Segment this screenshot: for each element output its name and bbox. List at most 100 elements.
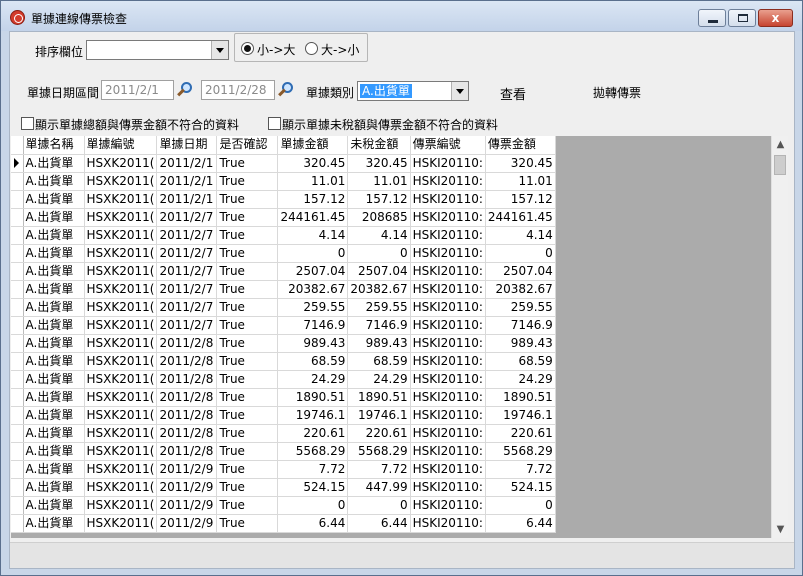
table-cell[interactable]: HSXK2011( [84,424,158,443]
table-cell[interactable]: 68.59 [485,352,556,371]
table-cell[interactable]: HSXK2011( [84,262,158,281]
table-cell[interactable]: 0 [347,244,411,263]
table-cell[interactable]: A.出貨單 [23,226,85,245]
table-cell[interactable]: 259.55 [277,298,349,317]
table-cell[interactable]: HSXK2011( [84,208,158,227]
table-cell[interactable]: 19746.1 [277,406,349,425]
table-cell[interactable]: True [216,370,279,389]
table-cell[interactable]: 5568.29 [485,442,556,461]
table-cell[interactable]: 320.45 [347,154,411,173]
table-cell[interactable]: 6.44 [347,514,411,533]
table-cell[interactable]: A.出貨單 [23,208,85,227]
table-cell[interactable]: HSKI20110: [410,352,486,371]
table-row[interactable]: A.出貨單 HSXK2011(2011/2/8 True 24.29 24.29 HSKI… [11,370,556,389]
table-cell[interactable]: 244161.45 [277,208,349,227]
table-cell[interactable]: HSXK2011( [84,244,158,263]
table-cell[interactable]: 2011/2/8 [156,424,218,443]
table-cell[interactable]: 2011/2/8 [156,352,218,371]
data-grid[interactable]: 單據名稱 單據編號 單據日期 是否確認 單據金額 未稅金額 傳票編號 傳票金額 A.出貨單 HS… [11,136,771,538]
table-cell[interactable]: HSXK2011( [84,154,158,173]
table-cell[interactable]: 320.45 [277,154,349,173]
table-cell[interactable]: 220.61 [277,424,349,443]
table-row[interactable]: A.出貨單 HSXK2011(2011/2/1 True 320.45 320.45 HS… [11,154,556,173]
date-to-input[interactable]: 2011/2/28 [201,80,275,100]
table-cell[interactable]: 2011/2/7 [156,244,218,263]
table-cell[interactable]: HSKI20110: [410,226,486,245]
table-cell[interactable]: 0 [277,496,349,515]
table-cell[interactable]: 2011/2/8 [156,370,218,389]
table-cell[interactable]: 11.01 [347,172,411,191]
table-row[interactable]: A.出貨單 HSXK2011(2011/2/9 True 524.15 447.99 HS… [11,478,556,497]
sort-desc-radio[interactable] [305,42,318,55]
column-header[interactable]: 單據編號 [84,136,158,155]
table-cell[interactable]: HSKI20110: [410,388,486,407]
row-selector[interactable] [11,154,24,173]
table-cell[interactable]: 68.59 [347,352,411,371]
title-bar[interactable]: 單據連線傳票檢查 x [1,1,802,31]
table-cell[interactable]: True [216,298,279,317]
column-header[interactable]: 傳票金額 [485,136,556,155]
table-cell[interactable]: 2507.04 [485,262,556,281]
table-cell[interactable]: 5568.29 [347,442,411,461]
table-cell[interactable]: HSXK2011( [84,172,158,191]
table-cell[interactable]: A.出貨單 [23,478,85,497]
table-cell[interactable]: HSXK2011( [84,406,158,425]
table-cell[interactable]: 5568.29 [277,442,349,461]
row-selector[interactable] [11,370,24,389]
table-cell[interactable]: 524.15 [485,478,556,497]
table-cell[interactable]: HSXK2011( [84,514,158,533]
table-cell[interactable]: A.出貨單 [23,460,85,479]
table-cell[interactable]: A.出貨單 [23,388,85,407]
table-cell[interactable]: HSKI20110: [410,370,486,389]
table-cell[interactable]: 11.01 [485,172,556,191]
table-cell[interactable]: HSKI20110: [410,208,486,227]
row-selector[interactable] [11,388,24,407]
table-cell[interactable]: True [216,280,279,299]
scroll-down-icon[interactable]: ▼ [772,521,789,538]
table-cell[interactable]: 24.29 [485,370,556,389]
table-cell[interactable]: 320.45 [485,154,556,173]
table-cell[interactable]: 24.29 [277,370,349,389]
table-cell[interactable]: HSXK2011( [84,460,158,479]
table-cell[interactable]: A.出貨單 [23,172,85,191]
row-selector[interactable] [11,190,24,209]
column-header[interactable]: 是否確認 [216,136,279,155]
table-cell[interactable]: HSXK2011( [84,496,158,515]
row-selector[interactable] [11,172,24,191]
table-cell[interactable]: HSKI20110: [410,424,486,443]
table-cell[interactable]: 220.61 [485,424,556,443]
table-row[interactable]: A.出貨單 HSXK2011(2011/2/9 True 6.44 6.44 HSKI20… [11,514,556,533]
scroll-thumb[interactable] [774,155,786,175]
table-cell[interactable]: A.出貨單 [23,514,85,533]
doc-type-select[interactable]: A.出貨單 [357,81,469,101]
table-row[interactable]: A.出貨單 HSXK2011(2011/2/7 True 259.55 259.55 HS… [11,298,556,317]
table-cell[interactable]: HSKI20110: [410,262,486,281]
search-icon[interactable] [277,81,295,99]
table-cell[interactable]: A.出貨單 [23,424,85,443]
table-cell[interactable]: 2011/2/8 [156,334,218,353]
row-selector[interactable] [11,478,24,497]
table-row[interactable]: A.出貨單 HSXK2011(2011/2/7 True 2507.04 2507.04… [11,262,556,281]
table-cell[interactable]: 208685 [347,208,411,227]
table-cell[interactable]: 4.14 [277,226,349,245]
table-cell[interactable]: HSKI20110: [410,478,486,497]
row-selector[interactable] [11,424,24,443]
table-cell[interactable]: HSKI20110: [410,244,486,263]
table-cell[interactable]: 1890.51 [277,388,349,407]
table-row[interactable]: A.出貨單 HSXK2011(2011/2/8 True 220.61 220.61 HS… [11,424,556,443]
table-cell[interactable]: A.出貨單 [23,298,85,317]
table-cell[interactable]: 2011/2/8 [156,442,218,461]
table-cell[interactable]: HSXK2011( [84,316,158,335]
search-icon[interactable] [176,81,194,99]
row-selector[interactable] [11,334,24,353]
scroll-up-icon[interactable]: ▲ [772,136,789,153]
row-selector[interactable] [11,514,24,533]
table-cell[interactable]: 2011/2/1 [156,154,218,173]
table-row[interactable]: A.出貨單 HSXK2011(2011/2/9 True 0 0 HSKI20110: 0 [11,496,556,515]
column-header[interactable]: 單據日期 [156,136,218,155]
table-cell[interactable]: A.出貨單 [23,442,85,461]
table-row[interactable]: A.出貨單 HSXK2011(2011/2/8 True 1890.51 1890.51… [11,388,556,407]
table-cell[interactable]: HSKI20110: [410,316,486,335]
table-cell[interactable]: A.出貨單 [23,244,85,263]
row-selector[interactable] [11,298,24,317]
